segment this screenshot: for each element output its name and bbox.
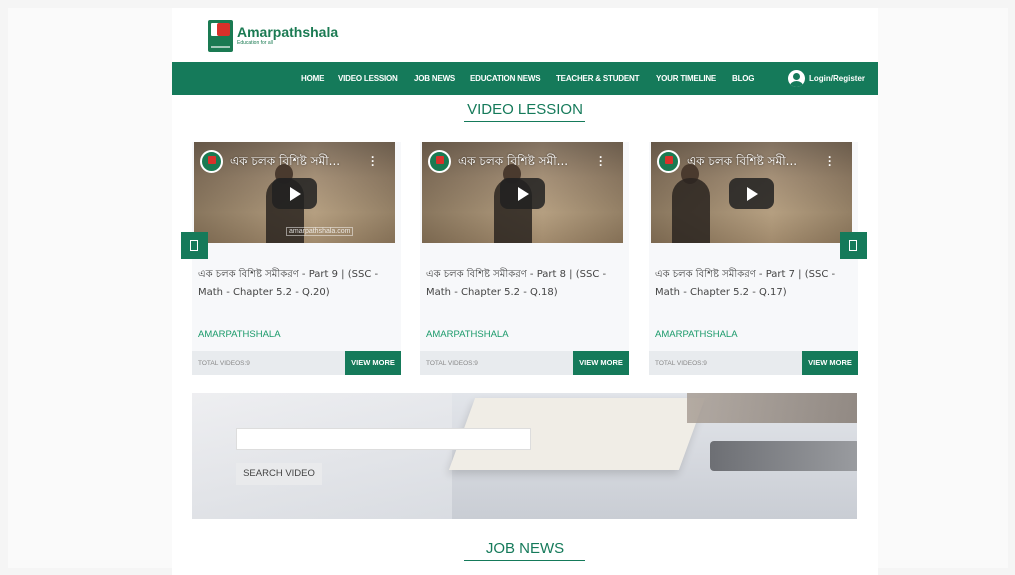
login-register-link[interactable]: Login/Register [788, 70, 865, 87]
nav-item-home[interactable]: HOME [301, 74, 324, 83]
view-more-button[interactable]: VIEW MORE [345, 351, 401, 375]
user-avatar-icon [788, 70, 805, 87]
more-options-icon[interactable]: · · · [828, 151, 832, 171]
video-card-title[interactable]: এক চলক বিশিষ্ট সমীকরণ - Part 9 | (SSC - … [198, 266, 398, 302]
play-button-icon[interactable] [272, 178, 317, 209]
view-more-button[interactable]: VIEW MORE [573, 351, 629, 375]
total-videos: TOTAL VIDEOS:9 [655, 360, 707, 367]
video-thumb-title: এক চলক বিশিষ্ট সমী... [230, 154, 341, 168]
nav-item-your-timeline[interactable]: YOUR TIMELINE [656, 74, 716, 83]
video-card-footer: TOTAL VIDEOS:9 VIEW MORE [649, 351, 858, 375]
more-options-icon[interactable]: · · · [371, 151, 375, 171]
video-card: এক চলক বিশিষ্ট সমী... · · · এক চলক বিশিষ্ট… [649, 142, 858, 375]
video-card-author[interactable]: AMARPATHSHALA [426, 329, 509, 340]
nav-item-teacher-student[interactable]: TEACHER & STUDENT [556, 74, 639, 83]
video-section-title: VIDEO LESSION [467, 101, 583, 118]
video-card-footer: TOTAL VIDEOS:9 VIEW MORE [192, 351, 401, 375]
search-video-button[interactable]: SEARCH VIDEO [236, 463, 322, 485]
main-nav: HOME VIDEO LESSION JOB NEWS EDUCATION NE… [172, 62, 878, 95]
video-section-underline [464, 121, 585, 122]
carousel-prev-button[interactable] [181, 232, 208, 259]
search-video-input[interactable] [236, 428, 531, 450]
video-card-title[interactable]: এক চলক বিশিষ্ট সমীকরণ - Part 8 | (SSC - … [426, 266, 626, 302]
carousel-next-button[interactable] [840, 232, 867, 259]
nav-item-job-news[interactable]: JOB NEWS [414, 74, 455, 83]
total-videos: TOTAL VIDEOS:9 [198, 360, 250, 367]
site-name: Amarpathshala [237, 24, 339, 40]
play-button-icon[interactable] [500, 178, 545, 209]
video-card: এক চলক বিশিষ্ট সমী... · · · এক চলক বিশিষ্ট… [420, 142, 629, 375]
page-container: Amarpathshala Education for all HOME VID… [172, 8, 878, 575]
site-tagline: Education for all [237, 40, 273, 46]
job-section-underline [464, 560, 585, 561]
next-arrow-icon [849, 240, 857, 251]
video-thumbnail[interactable]: এক চলক বিশিষ্ট সমী... · · · [651, 142, 852, 243]
prev-arrow-icon [190, 240, 198, 251]
view-more-button[interactable]: VIEW MORE [802, 351, 858, 375]
nav-item-education-news[interactable]: EDUCATION NEWS [470, 74, 541, 83]
video-card-footer: TOTAL VIDEOS:9 VIEW MORE [420, 351, 629, 375]
channel-logo-icon [200, 150, 223, 173]
nav-item-video-lession[interactable]: VIDEO LESSION [338, 74, 398, 83]
site-header: Amarpathshala Education for all [172, 8, 878, 62]
page-margin-left [8, 8, 172, 568]
video-card-author[interactable]: AMARPATHSHALA [655, 329, 738, 340]
channel-logo-icon [657, 150, 680, 173]
video-card-title[interactable]: এক চলক বিশিষ্ট সমীকরণ - Part 7 | (SSC - … [655, 266, 855, 302]
video-thumb-title: এক চলক বিশিষ্ট সমী... [687, 154, 798, 168]
search-banner: SEARCH VIDEO [192, 393, 857, 519]
more-options-icon[interactable]: · · · [599, 151, 603, 171]
play-button-icon[interactable] [729, 178, 774, 209]
page-margin-right [878, 8, 1008, 568]
nav-item-blog[interactable]: BLOG [732, 74, 755, 83]
video-card: এক চলক বিশিষ্ট সমী... · · · amarpathshala.… [192, 142, 401, 375]
video-card-author[interactable]: AMARPATHSHALA [198, 329, 281, 340]
job-section-title: JOB NEWS [485, 540, 565, 557]
video-thumbnail[interactable]: এক চলক বিশিষ্ট সমী... · · · [422, 142, 623, 243]
video-thumbnail[interactable]: এক চলক বিশিষ্ট সমী... · · · amarpathshala.… [194, 142, 395, 243]
site-logo[interactable]: Amarpathshala Education for all [208, 20, 338, 52]
logo-icon [208, 20, 233, 52]
video-thumb-title: এক চলক বিশিষ্ট সমী... [458, 154, 569, 168]
channel-logo-icon [428, 150, 451, 173]
total-videos: TOTAL VIDEOS:9 [426, 360, 478, 367]
watermark: amarpathshala.com [286, 227, 354, 236]
login-register-label: Login/Register [809, 74, 866, 83]
